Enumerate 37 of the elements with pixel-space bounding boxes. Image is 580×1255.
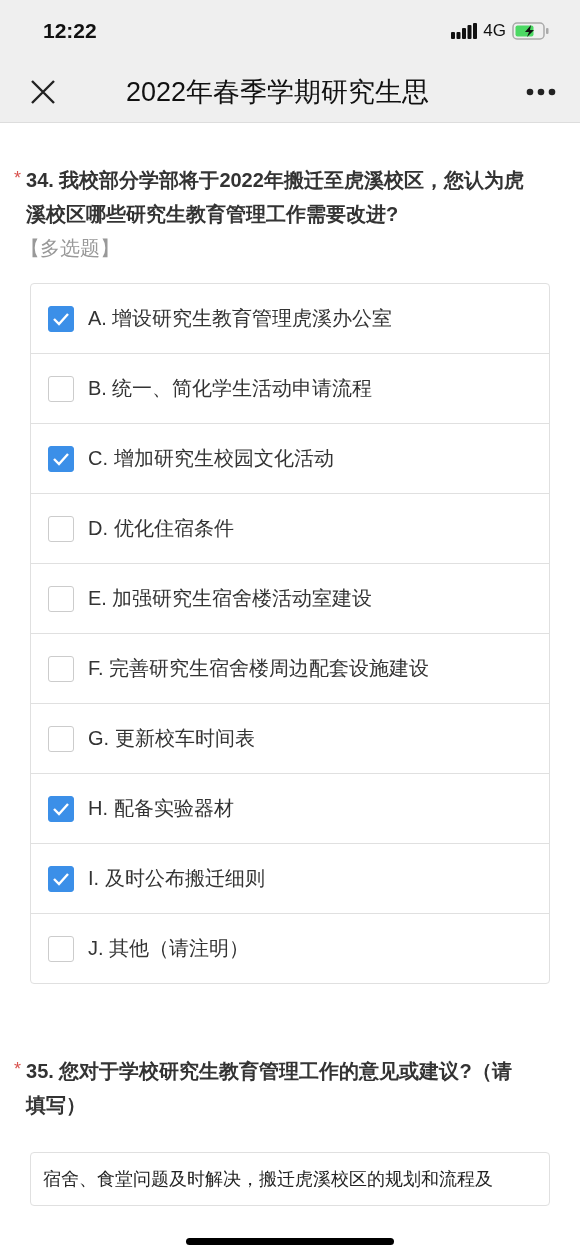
page-title: 2022年春季学期研究生思 [126, 76, 431, 109]
network-label: 4G [483, 21, 506, 41]
checkbox[interactable] [48, 865, 74, 892]
more-icon[interactable] [526, 88, 556, 96]
checkbox[interactable] [48, 305, 74, 332]
checkbox[interactable] [48, 515, 74, 542]
answer-field[interactable]: 宿舍、食堂问题及时解决，搬迁虎溪校区的规划和流程及 [30, 1152, 550, 1206]
required-mark: * [14, 1058, 21, 1081]
check-icon [52, 801, 70, 816]
status-time: 12:22 [43, 19, 97, 43]
check-icon [52, 451, 70, 466]
checkbox[interactable] [48, 725, 74, 752]
check-icon [52, 871, 70, 886]
required-mark: * [14, 167, 21, 190]
option-label[interactable]: B. 统一、简化学生活动申请流程 [88, 375, 373, 402]
battery-icon [512, 22, 550, 40]
option-label[interactable]: A. 增设研究生教育管理虎溪办公室 [88, 305, 393, 332]
option-label[interactable]: H. 配备实验器材 [88, 795, 234, 822]
option-label[interactable]: I. 及时公布搬迁细则 [88, 865, 265, 892]
option-label[interactable]: D. 优化住宿条件 [88, 515, 234, 542]
signal-icon [451, 23, 478, 39]
checkbox[interactable] [48, 935, 74, 962]
checkbox[interactable] [48, 445, 74, 472]
option-label[interactable]: J. 其他（请注明） [88, 935, 250, 962]
close-icon[interactable] [30, 79, 56, 105]
checkbox[interactable] [48, 795, 74, 822]
question-text: 35. 您对于学校研究生教育管理工作的意见或建议?（请填写） [26, 1059, 513, 1118]
check-icon [52, 311, 70, 326]
question-text: 34. 我校部分学部将于2022年搬迁至虎溪校区，您认为虎溪校区哪些研究生教育管理工作需要改进? [26, 168, 525, 227]
checkbox[interactable] [48, 375, 74, 402]
option-label[interactable]: C. 增加研究生校园文化活动 [88, 445, 334, 472]
question-type: 【多选题】 [20, 237, 120, 259]
checkbox[interactable] [48, 655, 74, 682]
option-label[interactable]: G. 更新校车时间表 [88, 725, 255, 752]
checkbox[interactable] [48, 585, 74, 612]
option-label[interactable]: F. 完善研究生宿舍楼周边配套设施建设 [88, 655, 430, 682]
option-label[interactable]: E. 加强研究生宿舍楼活动室建设 [88, 585, 373, 612]
